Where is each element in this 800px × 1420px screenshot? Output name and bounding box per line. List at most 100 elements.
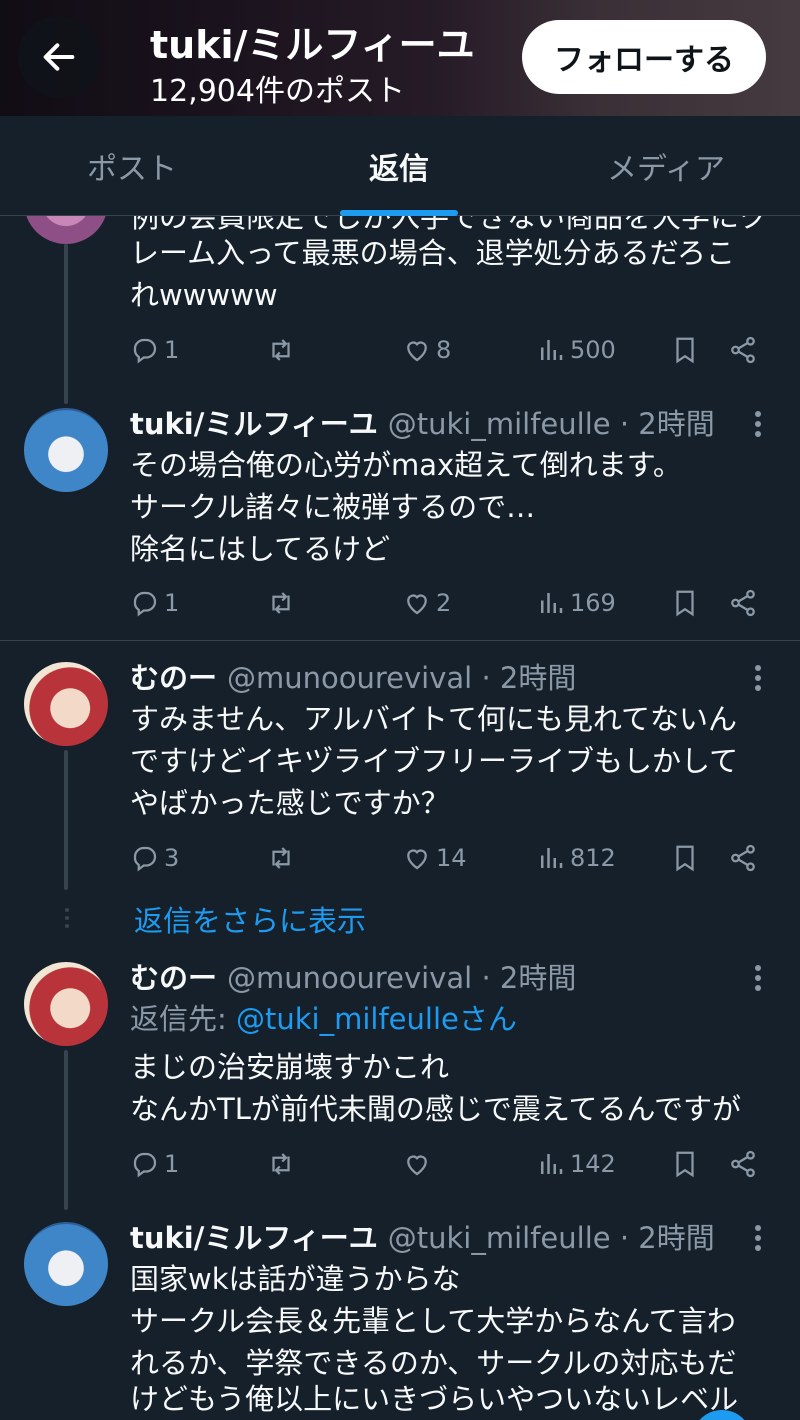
- like-button[interactable]: [402, 1144, 432, 1184]
- profile-tabs: ポスト 返信 メディア: [0, 116, 800, 216]
- author-handle[interactable]: @tuki_milfeulle · 2時間: [388, 401, 715, 443]
- views-button[interactable]: 500: [536, 330, 616, 370]
- reply-button[interactable]: 1: [130, 1144, 179, 1184]
- post-text-line: サークル諸々に被弾するので…: [130, 490, 536, 524]
- bookmark-button[interactable]: [670, 1144, 700, 1184]
- heart-icon: [407, 849, 427, 870]
- bookmark-icon: [676, 337, 694, 364]
- follow-button[interactable]: フォローする: [522, 20, 766, 94]
- like-button[interactable]: 2: [402, 583, 451, 623]
- share-button[interactable]: [728, 330, 758, 370]
- like-count: 14: [436, 844, 467, 872]
- post-count: 12,904件のポスト: [150, 74, 405, 109]
- reply-count: 1: [164, 336, 180, 364]
- view-count: 169: [570, 589, 616, 617]
- reply-count: 1: [164, 589, 180, 617]
- reply-icon: [133, 1152, 157, 1178]
- post-text-line: 除名にはしてるけど: [130, 532, 391, 566]
- more-button[interactable]: [746, 1218, 770, 1258]
- more-button[interactable]: [746, 958, 770, 998]
- like-button[interactable]: 8: [402, 330, 451, 370]
- reply-count: 1: [164, 1150, 180, 1178]
- view-count: 142: [570, 1150, 616, 1178]
- post-actions: 3 14 812: [130, 838, 770, 878]
- tab-media[interactable]: メディア: [532, 116, 800, 216]
- reply-button[interactable]: 1: [130, 583, 179, 623]
- bookmark-icon: [676, 1151, 694, 1178]
- repost-button[interactable]: [266, 583, 296, 623]
- reply-icon: [133, 591, 157, 617]
- share-button[interactable]: [728, 1144, 758, 1184]
- bookmark-button[interactable]: [670, 583, 700, 623]
- view-count: 812: [570, 844, 616, 872]
- avatar[interactable]: [24, 962, 108, 1046]
- share-icon: [731, 336, 755, 364]
- author-name[interactable]: むのー: [130, 655, 217, 697]
- reply-button[interactable]: 1: [130, 330, 179, 370]
- author-name[interactable]: tuki/ミルフィーユ: [130, 1215, 378, 1257]
- more-button[interactable]: [746, 658, 770, 698]
- author-handle[interactable]: @munoourevival · 2時間: [227, 955, 576, 997]
- post-text-line: レーム入って最悪の場合、退学処分あるだろこ: [130, 236, 735, 270]
- author-handle[interactable]: @munoourevival · 2時間: [227, 655, 576, 697]
- tab-replies[interactable]: 返信: [266, 116, 532, 216]
- replying-to-label: 返信先:: [130, 1002, 236, 1036]
- share-button[interactable]: [728, 583, 758, 623]
- thread-line: [64, 750, 68, 890]
- views-button[interactable]: 169: [536, 583, 616, 623]
- share-button[interactable]: [728, 838, 758, 878]
- bookmark-button[interactable]: [670, 330, 700, 370]
- post-text-line: れwwwww: [130, 278, 278, 312]
- reply-icon: [133, 338, 157, 364]
- post-text-line: まじの治安崩壊すかこれ: [130, 1050, 450, 1084]
- views-icon: [541, 593, 563, 613]
- replying-to-mention[interactable]: @tuki_milfeulleさん: [236, 1002, 517, 1036]
- post-actions: 1 2 169: [130, 583, 770, 623]
- post-text-line: けどもう俺以上にいきづらいやついないレベル: [130, 1382, 739, 1416]
- heart-icon: [407, 341, 427, 362]
- view-count: 500: [570, 336, 616, 364]
- views-button[interactable]: 812: [536, 838, 616, 878]
- reply-icon: [133, 846, 157, 872]
- views-button[interactable]: 142: [536, 1144, 616, 1184]
- avatar[interactable]: [24, 662, 108, 746]
- author-name[interactable]: むのー: [130, 955, 217, 997]
- thread-line: [64, 244, 68, 404]
- profile-name: tuki/ミルフィーユ: [150, 23, 475, 67]
- like-count: 8: [436, 336, 452, 364]
- bookmark-button[interactable]: [670, 838, 700, 878]
- back-button[interactable]: [18, 16, 100, 98]
- repost-icon: [272, 592, 290, 614]
- more-button[interactable]: [746, 404, 770, 444]
- share-icon: [731, 844, 755, 872]
- repost-icon: [272, 847, 290, 869]
- post-text-line: やばかった感じですか？: [130, 786, 450, 820]
- avatar[interactable]: [24, 408, 108, 492]
- post-actions: 1 8 500: [130, 330, 770, 370]
- share-icon: [731, 589, 755, 617]
- repost-button[interactable]: [266, 1144, 296, 1184]
- author-handle[interactable]: @tuki_milfeulle · 2時間: [388, 1215, 715, 1257]
- thread-line: [64, 1050, 68, 1210]
- views-icon: [541, 1154, 563, 1174]
- post-header: tuki/ミルフィーユ @tuki_milfeulle · 2時間: [130, 402, 740, 442]
- thread-gap-dots: [64, 908, 70, 928]
- heart-icon: [407, 594, 427, 615]
- reply-count: 3: [164, 844, 180, 872]
- post-text-line: なんかTLが前代未聞の感じで震えてるんですが: [130, 1092, 741, 1126]
- repost-button[interactable]: [266, 330, 296, 370]
- more-vertical-icon: [755, 1225, 761, 1251]
- show-more-replies-link[interactable]: 返信をさらに表示: [134, 900, 366, 942]
- repost-button[interactable]: [266, 838, 296, 878]
- like-button[interactable]: 14: [402, 838, 467, 878]
- profile-header: tuki/ミルフィーユ 12,904件のポスト フォローする: [0, 0, 800, 116]
- author-name[interactable]: tuki/ミルフィーユ: [130, 401, 378, 443]
- post-text-line: すみません、アルバイトて何にも見れてないん: [130, 702, 737, 736]
- views-icon: [541, 340, 563, 360]
- tab-posts[interactable]: ポスト: [0, 116, 264, 216]
- like-count: 2: [436, 589, 452, 617]
- reply-button[interactable]: 3: [130, 838, 179, 878]
- avatar[interactable]: [24, 1222, 108, 1306]
- share-icon: [731, 1150, 755, 1178]
- repost-icon: [272, 339, 290, 361]
